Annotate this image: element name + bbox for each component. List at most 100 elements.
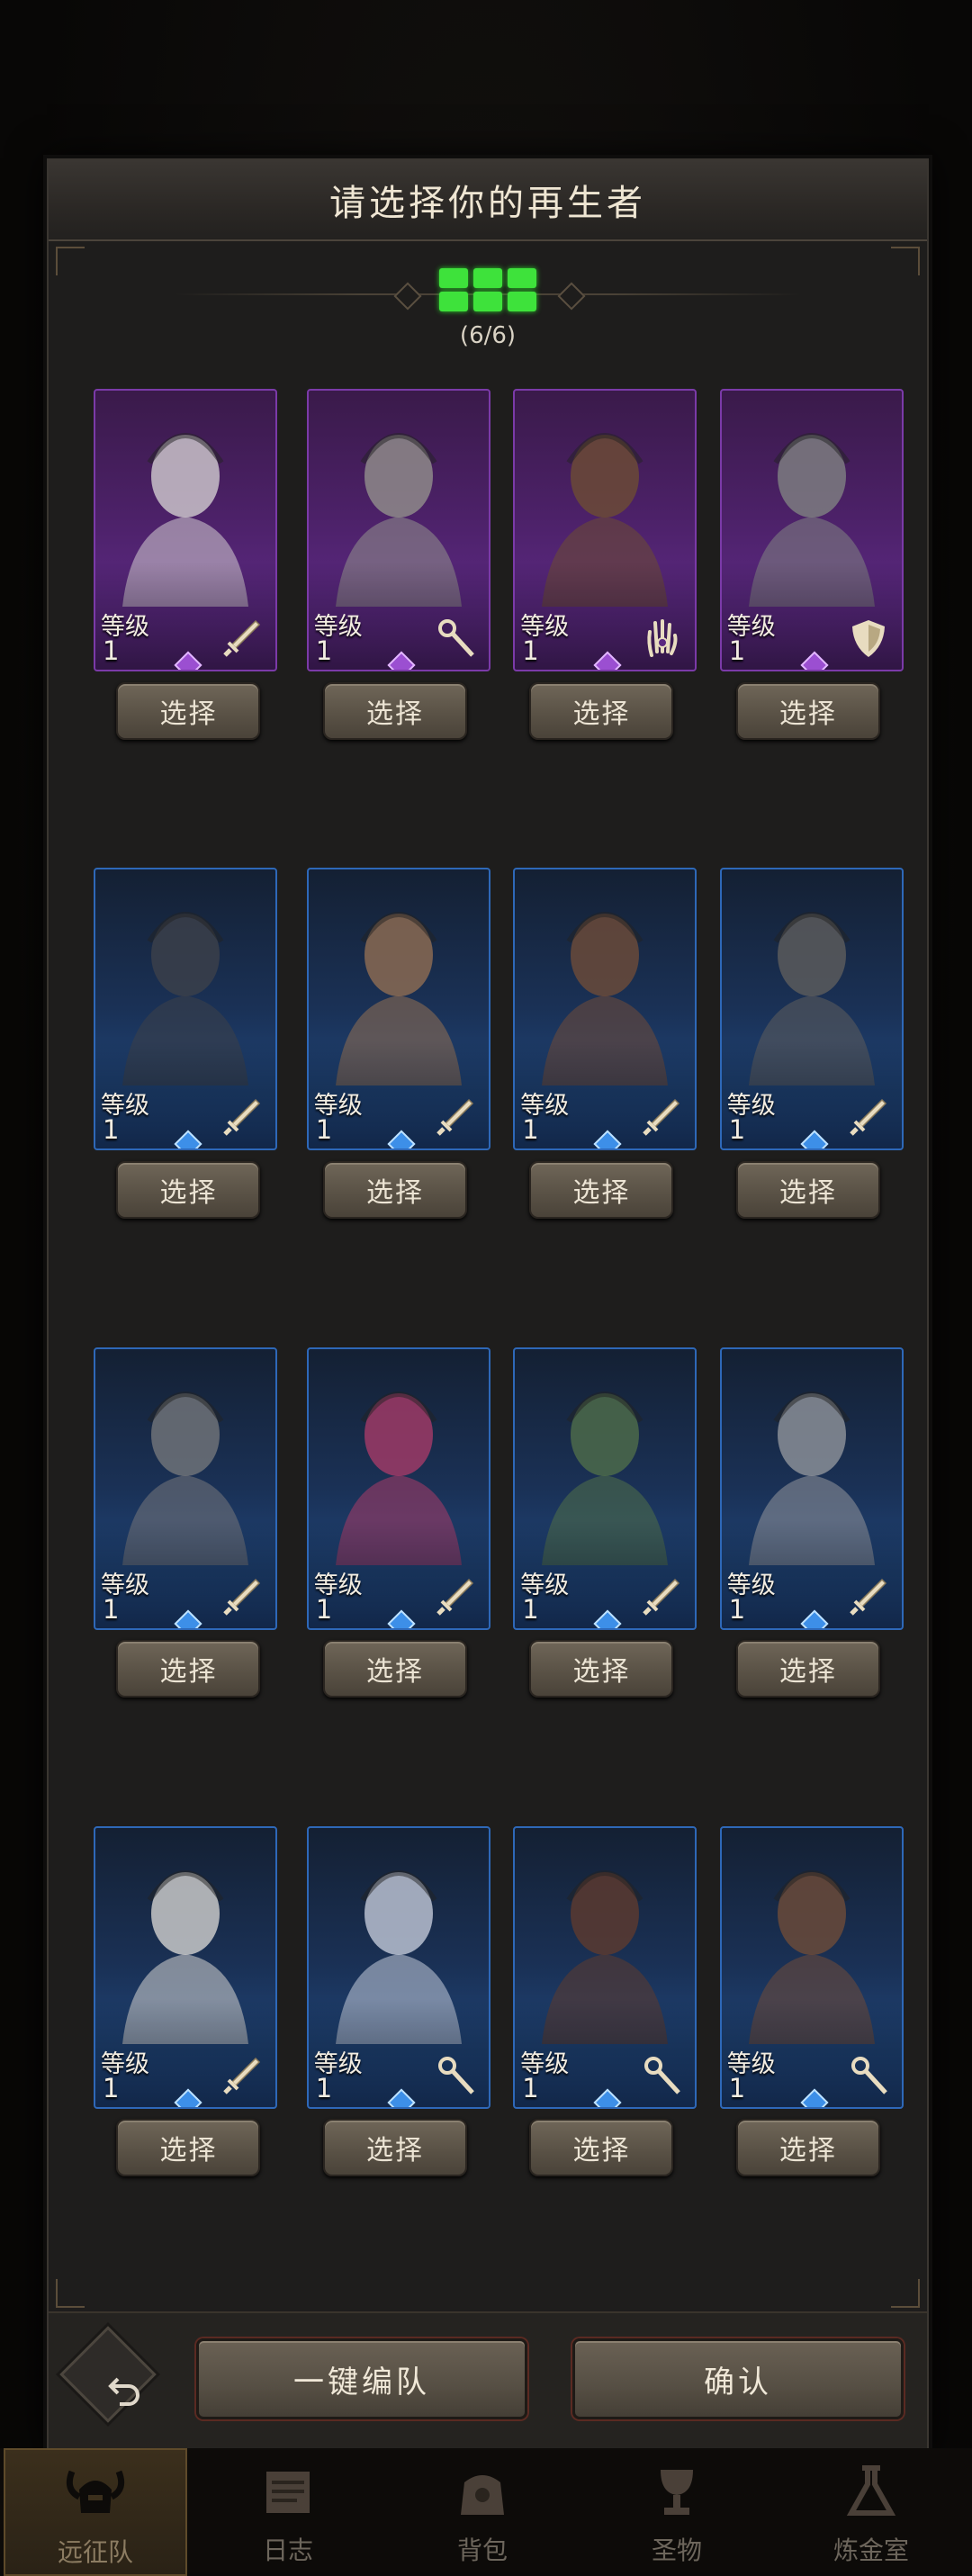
hero-card[interactable]: 等级 1: [93, 1825, 277, 2109]
staff-icon: [846, 2053, 891, 2098]
staff-icon: [433, 616, 478, 661]
nav-item[interactable]: 圣物: [587, 2448, 767, 2572]
hero-card[interactable]: 等级 1: [306, 1825, 490, 2109]
scroll-icon: [252, 2461, 324, 2531]
corner-ornament: [56, 247, 85, 275]
select-hero-button[interactable]: 选择: [529, 1640, 674, 1698]
nav-label: 远征队: [57, 2537, 133, 2567]
nav-item[interactable]: 背包: [392, 2448, 572, 2572]
nav-item[interactable]: 炼金室: [781, 2448, 961, 2572]
nav-label: 日志: [262, 2535, 313, 2565]
sword-icon: [639, 1574, 684, 1619]
level-value: 1: [102, 2072, 120, 2103]
select-hero-button[interactable]: 选择: [735, 681, 880, 740]
hero-card[interactable]: 等级 1: [513, 389, 698, 672]
dialog-title-bar: 请选择你的再生者: [49, 160, 927, 241]
select-hero-button[interactable]: 选择: [529, 2119, 674, 2177]
team-slot: [439, 292, 468, 311]
undo-icon: [94, 2358, 157, 2421]
hero-card[interactable]: 等级 1: [719, 1347, 904, 1630]
level-value: 1: [102, 1593, 120, 1625]
divider-diamond: [393, 282, 422, 311]
bottom-navigation: 远征队 日志 背包 圣物 炼金室: [0, 2448, 972, 2576]
confirm-button[interactable]: 确认: [572, 2338, 904, 2419]
select-hero-button[interactable]: 选择: [116, 681, 261, 740]
hero-card[interactable]: 等级 1: [93, 868, 277, 1151]
corner-ornament: [891, 247, 920, 275]
level-value: 1: [728, 635, 746, 667]
hero-card[interactable]: 等级 1: [719, 868, 904, 1151]
alchemy-icon: [835, 2461, 907, 2531]
sword-icon: [846, 1094, 891, 1139]
corner-ornament: [891, 2279, 920, 2308]
level-value: 1: [522, 1114, 539, 1146]
level-value: 1: [522, 2072, 539, 2103]
select-hero-button[interactable]: 选择: [116, 2119, 261, 2177]
sword-icon: [639, 1094, 684, 1139]
dialog-title: 请选择你的再生者: [329, 183, 646, 224]
level-value: 1: [728, 1593, 746, 1625]
hero-card[interactable]: 等级 1: [719, 1825, 904, 2109]
select-hero-button[interactable]: 选择: [322, 1640, 467, 1698]
hand-icon: [639, 616, 684, 661]
sword-icon: [220, 1094, 265, 1139]
level-value: 1: [315, 1593, 333, 1625]
horned-helmet-icon: [59, 2463, 131, 2533]
sword-icon: [433, 1574, 478, 1619]
select-hero-button[interactable]: 选择: [529, 681, 674, 740]
divider-diamond: [557, 282, 586, 311]
auto-team-button[interactable]: 一键编队: [196, 2338, 527, 2419]
hero-card[interactable]: 等级 1: [719, 389, 904, 672]
nav-item[interactable]: 日志: [198, 2448, 378, 2572]
sword-icon: [220, 616, 265, 661]
sword-icon: [220, 2053, 265, 2098]
hero-card[interactable]: 等级 1: [306, 868, 490, 1151]
nav-label: 炼金室: [832, 2535, 909, 2565]
level-value: 1: [102, 1114, 120, 1146]
sword-icon: [433, 1094, 478, 1139]
select-hero-button[interactable]: 选择: [735, 1160, 880, 1219]
chalice-icon: [641, 2461, 713, 2531]
hero-card[interactable]: 等级 1: [306, 1347, 490, 1630]
select-hero-button[interactable]: 选择: [322, 1160, 467, 1219]
staff-icon: [433, 2053, 478, 2098]
level-value: 1: [315, 1114, 333, 1146]
dialog-bottom-bar: 一键编队 确认: [49, 2311, 927, 2454]
select-hero-button[interactable]: 选择: [116, 1160, 261, 1219]
hero-card[interactable]: 等级 1: [93, 389, 277, 672]
select-hero-button[interactable]: 选择: [735, 1640, 880, 1698]
hero-card[interactable]: 等级 1: [306, 389, 490, 672]
shield-icon: [846, 616, 891, 661]
team-slot-count: (6/6): [459, 322, 517, 349]
bag-icon: [446, 2461, 518, 2531]
hero-card[interactable]: 等级 1: [513, 1825, 698, 2109]
hero-card[interactable]: 等级 1: [513, 1347, 698, 1630]
hero-card[interactable]: 等级 1: [93, 1347, 277, 1630]
level-value: 1: [728, 2072, 746, 2103]
nav-item[interactable]: 远征队: [4, 2448, 187, 2576]
team-slot: [473, 268, 502, 288]
select-hero-button[interactable]: 选择: [116, 1640, 261, 1698]
sword-icon: [846, 1574, 891, 1619]
level-value: 1: [728, 1114, 746, 1146]
nav-label: 背包: [456, 2535, 508, 2565]
team-slot: [508, 292, 536, 311]
level-value: 1: [102, 635, 120, 667]
level-value: 1: [522, 1593, 539, 1625]
team-slot: [439, 268, 468, 288]
level-value: 1: [522, 635, 539, 667]
select-hero-button[interactable]: 选择: [322, 2119, 467, 2177]
team-slot: [473, 292, 502, 311]
select-hero-button[interactable]: 选择: [322, 681, 467, 740]
select-hero-button[interactable]: 选择: [735, 2119, 880, 2177]
corner-ornament: [56, 2279, 85, 2308]
staff-icon: [639, 2053, 684, 2098]
hero-card[interactable]: 等级 1: [513, 868, 698, 1151]
hero-select-dialog: 请选择你的再生者 (6/6) 等级 1 选择 等级 1 选择 等级 1 选择 等级 1 选择 等级 1 选择…: [47, 158, 929, 2454]
select-hero-button[interactable]: 选择: [529, 1160, 674, 1219]
level-value: 1: [315, 2072, 333, 2103]
sword-icon: [220, 1574, 265, 1619]
nav-label: 圣物: [651, 2535, 702, 2565]
level-value: 1: [315, 635, 333, 667]
team-slots-indicator: [439, 268, 536, 315]
